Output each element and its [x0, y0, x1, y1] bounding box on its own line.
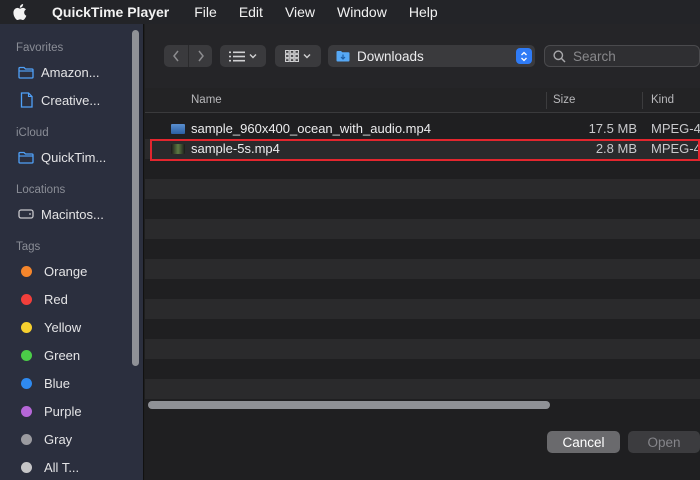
apple-menu-icon[interactable]: [0, 4, 40, 20]
tag-dot-icon: [21, 405, 32, 417]
sidebar-item-macintosh[interactable]: Macintos...: [0, 200, 143, 228]
tag-label: Yellow: [44, 319, 82, 335]
tag-all[interactable]: All T...: [0, 453, 143, 480]
menu-edit[interactable]: Edit: [228, 0, 274, 24]
cancel-button[interactable]: Cancel: [547, 431, 620, 453]
search-input[interactable]: [573, 48, 693, 64]
tag-dot-icon: [21, 293, 32, 305]
file-kind: MPEG-4: [651, 121, 700, 136]
video-thumbnail-icon: [171, 124, 185, 134]
empty-row: [145, 179, 700, 199]
file-row[interactable]: sample_960x400_ocean_with_audio.mp4 17.5…: [145, 119, 700, 139]
tag-gray[interactable]: Gray: [0, 425, 143, 453]
list-header: Name Size Kind: [145, 88, 700, 113]
tag-label: All T...: [44, 459, 80, 475]
grid-icon: [285, 50, 299, 62]
sidebar-item-label: Amazon...: [41, 64, 100, 80]
sidebar-item-label: Creative...: [41, 92, 101, 108]
sidebar-item-label: QuickTim...: [41, 149, 107, 165]
sidebar-item-amazon[interactable]: Amazon...: [0, 58, 143, 86]
tag-dot-icon: [21, 377, 32, 389]
empty-row: [145, 199, 700, 219]
open-button[interactable]: Open: [628, 431, 700, 453]
tag-red[interactable]: Red: [0, 285, 143, 313]
chevron-down-icon: [249, 54, 257, 59]
column-size[interactable]: Size: [553, 88, 575, 113]
sidebar: Favorites Amazon... Creative... iCloud Q…: [0, 24, 144, 480]
tag-dot-icon: [21, 461, 32, 473]
sidebar-scrollbar[interactable]: [132, 30, 139, 366]
column-divider[interactable]: [642, 92, 643, 109]
tag-label: Gray: [44, 431, 73, 447]
empty-row: [145, 259, 700, 279]
search-icon: [553, 49, 566, 63]
folder-icon: [18, 64, 34, 80]
tag-label: Orange: [44, 263, 88, 279]
empty-row: [145, 239, 700, 259]
grid-view-button[interactable]: [275, 45, 321, 67]
sidebar-item-quicktime[interactable]: QuickTim...: [0, 143, 143, 171]
location-label: Downloads: [357, 48, 424, 64]
list-icon: [229, 51, 245, 61]
stepper-icon: [516, 48, 532, 64]
file-list: sample_960x400_ocean_with_audio.mp4 17.5…: [145, 119, 700, 419]
tag-dot-icon: [21, 433, 32, 445]
tag-list: Orange Red Yellow Green Blue Purple Gray…: [0, 257, 143, 480]
list-view-button[interactable]: [220, 45, 266, 67]
sidebar-section-icloud: iCloud: [16, 127, 49, 139]
column-kind[interactable]: Kind: [651, 88, 674, 113]
tag-dot-icon: [21, 321, 32, 333]
file-browser: Downloads Name Size Kind sample_960x400_…: [145, 24, 700, 480]
hard-drive-icon: [18, 206, 34, 222]
tag-orange[interactable]: Orange: [0, 257, 143, 285]
horizontal-scrollbar[interactable]: [148, 401, 550, 409]
tag-label: Red: [44, 291, 68, 307]
empty-row: [145, 219, 700, 239]
forward-button[interactable]: [188, 45, 212, 67]
chevron-left-icon: [173, 50, 179, 62]
sidebar-section-favorites: Favorites: [16, 42, 64, 54]
sidebar-section-tags: Tags: [16, 241, 41, 253]
empty-row: [145, 319, 700, 339]
back-button[interactable]: [164, 45, 188, 67]
column-divider[interactable]: [546, 92, 547, 109]
location-dropdown[interactable]: Downloads: [328, 45, 535, 67]
menu-view[interactable]: View: [274, 0, 326, 24]
toolbar: Downloads: [145, 24, 700, 88]
tag-dot-icon: [21, 265, 32, 277]
chevron-right-icon: [197, 50, 204, 62]
empty-row: [145, 299, 700, 319]
sidebar-item-creative[interactable]: Creative...: [0, 86, 143, 114]
tag-purple[interactable]: Purple: [0, 397, 143, 425]
document-icon: [18, 92, 34, 108]
tag-dot-icon: [21, 349, 32, 361]
tag-label: Blue: [44, 375, 71, 391]
column-name[interactable]: Name: [191, 88, 222, 113]
search-field[interactable]: [544, 45, 700, 67]
file-name: sample_960x400_ocean_with_audio.mp4: [191, 121, 431, 136]
tag-green[interactable]: Green: [0, 341, 143, 369]
nav-buttons: [164, 45, 212, 67]
menu-window[interactable]: Window: [326, 0, 398, 24]
folder-icon: [18, 149, 34, 165]
menu-file[interactable]: File: [183, 0, 228, 24]
empty-row: [145, 359, 700, 379]
sidebar-item-label: Macintos...: [41, 206, 104, 222]
chevron-down-icon: [303, 54, 311, 59]
tag-blue[interactable]: Blue: [0, 369, 143, 397]
empty-row: [145, 279, 700, 299]
tag-yellow[interactable]: Yellow: [0, 313, 143, 341]
downloads-folder-icon: [336, 51, 350, 62]
empty-row: [145, 159, 700, 179]
file-size: 17.5 MB: [588, 121, 637, 136]
tag-label: Purple: [44, 403, 82, 419]
menu-bar: QuickTime Player File Edit View Window H…: [0, 0, 700, 24]
sidebar-section-locations: Locations: [16, 184, 66, 196]
menu-help[interactable]: Help: [398, 0, 449, 24]
app-name[interactable]: QuickTime Player: [40, 4, 183, 20]
tag-label: Green: [44, 347, 81, 363]
empty-row: [145, 379, 700, 399]
selection-highlight: [150, 139, 700, 161]
empty-row: [145, 339, 700, 359]
